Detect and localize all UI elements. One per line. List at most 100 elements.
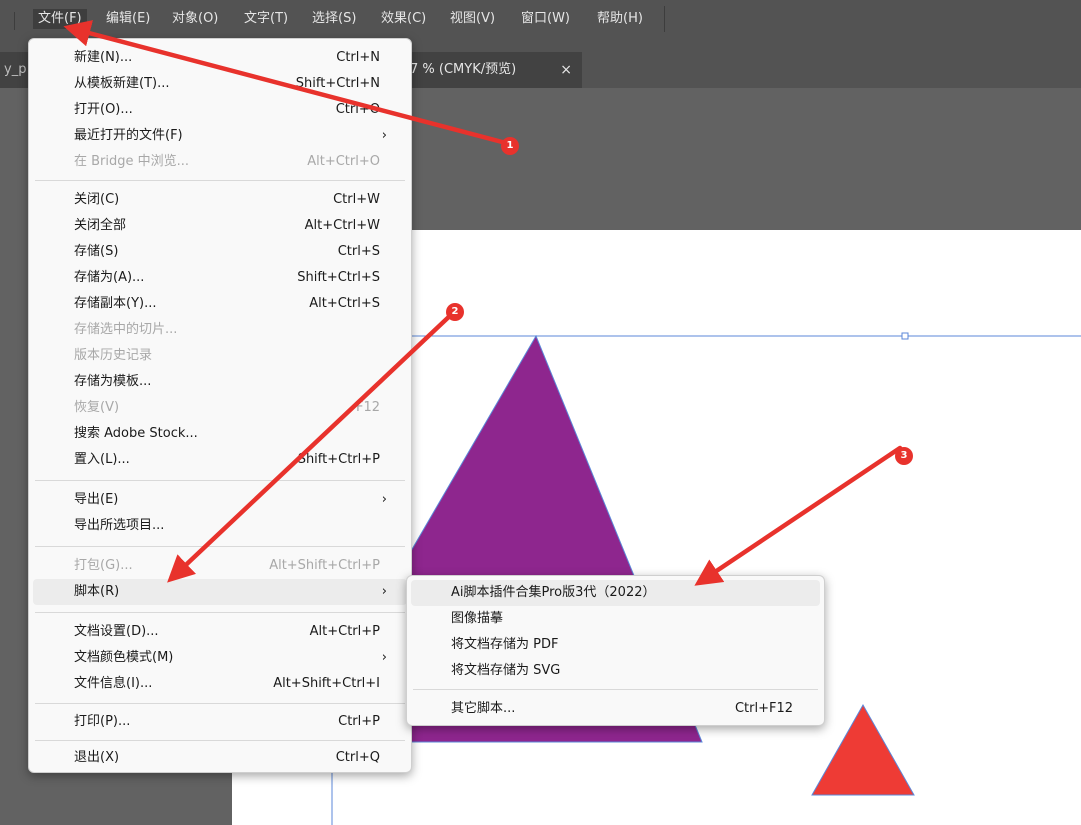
menu-file[interactable]: 文件(F) <box>33 9 87 29</box>
menu-item-place[interactable]: 置入(L)... Shift+Ctrl+P <box>33 447 407 473</box>
menu-item-browse-in-bridge[interactable]: 在 Bridge 中浏览... Alt+Ctrl+O <box>33 149 407 175</box>
menu-effect[interactable]: 效果(C) <box>376 9 431 29</box>
menu-item-document-color-mode[interactable]: 文档颜色模式(M) › <box>33 645 407 671</box>
menu-item-export-selection[interactable]: 导出所选项目... <box>33 513 407 539</box>
menu-item-label: 关闭全部 <box>74 218 127 233</box>
menu-item-shortcut: Alt+Ctrl+S <box>309 296 380 311</box>
menu-item-open-recent[interactable]: 最近打开的文件(F) › <box>33 123 407 149</box>
submenu-item-ai-script-plugin-pack[interactable]: Ai脚本插件合集Pro版3代（2022） <box>411 580 820 606</box>
step-badge-3: 3 <box>895 447 913 465</box>
menu-item-shortcut: Shift+Ctrl+N <box>295 76 380 91</box>
menu-item-label: 从模板新建(T)... <box>74 76 170 91</box>
step-badge-1: 1 <box>501 137 519 155</box>
menu-item-label: 将文档存储为 SVG <box>451 663 561 678</box>
menubar-end-separator <box>664 6 665 32</box>
menu-item-label: 图像描摹 <box>451 611 504 626</box>
menu-item-save-as-template[interactable]: 存储为模板... <box>33 369 407 395</box>
close-icon[interactable]: × <box>560 52 572 88</box>
menu-item-label: 退出(X) <box>74 750 120 765</box>
menu-item-package[interactable]: 打包(G)... Alt+Shift+Ctrl+P <box>33 553 407 579</box>
menu-item-label: 存储为模板... <box>74 374 152 389</box>
menu-bar: 文件(F) 编辑(E) 对象(O) 文字(T) 选择(S) 效果(C) 视图(V… <box>0 0 1081 38</box>
menu-item-close[interactable]: 关闭(C) Ctrl+W <box>33 187 407 213</box>
menu-item-open[interactable]: 打开(O)... Ctrl+O <box>33 97 407 123</box>
menu-item-new[interactable]: 新建(N)... Ctrl+N <box>33 45 407 71</box>
menu-item-search-adobe-stock[interactable]: 搜索 Adobe Stock... <box>33 421 407 447</box>
menu-item-shortcut: Ctrl+W <box>333 192 380 207</box>
menu-view[interactable]: 视图(V) <box>445 9 500 29</box>
menu-item-label: 存储副本(Y)... <box>74 296 157 311</box>
menu-item-label: 关闭(C) <box>74 192 120 207</box>
submenu-item-save-as-svg[interactable]: 将文档存储为 SVG <box>411 658 820 684</box>
menu-separator <box>35 480 405 481</box>
menu-edit[interactable]: 编辑(E) <box>101 9 155 29</box>
menu-item-scripts[interactable]: 脚本(R) › <box>33 579 407 605</box>
submenu-item-save-as-pdf[interactable]: 将文档存储为 PDF <box>411 632 820 658</box>
menu-item-save-as[interactable]: 存储为(A)... Shift+Ctrl+S <box>33 265 407 291</box>
menu-item-shortcut: Alt+Ctrl+P <box>309 624 380 639</box>
menu-separator <box>413 689 818 690</box>
menu-item-label: 在 Bridge 中浏览... <box>74 154 190 169</box>
menu-item-shortcut: Alt+Ctrl+O <box>307 154 380 169</box>
menu-help[interactable]: 帮助(H) <box>592 9 648 29</box>
menu-separator <box>35 546 405 547</box>
menu-item-close-all[interactable]: 关闭全部 Alt+Ctrl+W <box>33 213 407 239</box>
menu-item-shortcut: Ctrl+S <box>337 244 380 259</box>
menu-item-label: 文件信息(I)... <box>74 676 153 691</box>
menu-item-label: 恢复(V) <box>74 400 120 415</box>
menu-item-shortcut: Alt+Shift+Ctrl+I <box>273 676 380 691</box>
menu-item-label: 新建(N)... <box>74 50 133 65</box>
document-tab-active[interactable]: 7 % (CMYK/预览) × <box>398 52 582 88</box>
menu-item-label: 文档颜色模式(M) <box>74 650 174 665</box>
submenu-item-image-trace[interactable]: 图像描摹 <box>411 606 820 632</box>
menu-item-save-selected-slices[interactable]: 存储选中的切片... <box>33 317 407 343</box>
menu-item-version-history[interactable]: 版本历史记录 <box>33 343 407 369</box>
menu-item-document-setup[interactable]: 文档设置(D)... Alt+Ctrl+P <box>33 619 407 645</box>
menu-item-label: 存储(S) <box>74 244 119 259</box>
menu-item-label: 打包(G)... <box>74 558 133 573</box>
menu-separator <box>35 703 405 704</box>
menu-item-label: 打开(O)... <box>74 102 133 117</box>
chevron-right-icon: › <box>381 492 387 507</box>
menu-item-shortcut: Shift+Ctrl+S <box>297 270 380 285</box>
menu-item-export[interactable]: 导出(E) › <box>33 487 407 513</box>
menu-item-shortcut: Ctrl+O <box>335 102 380 117</box>
menu-separator <box>35 740 405 741</box>
submenu-item-other-scripts[interactable]: 其它脚本... Ctrl+F12 <box>411 696 820 722</box>
step-badge-2: 2 <box>446 303 464 321</box>
menu-item-shortcut: Ctrl+P <box>338 714 380 729</box>
menu-item-shortcut: Alt+Ctrl+W <box>304 218 380 233</box>
menu-item-exit[interactable]: 退出(X) Ctrl+Q <box>33 745 407 771</box>
menu-item-label: 打印(P)... <box>74 714 131 729</box>
file-menu-dropdown: 新建(N)... Ctrl+N 从模板新建(T)... Shift+Ctrl+N 打… <box>28 38 412 773</box>
menu-item-new-from-template[interactable]: 从模板新建(T)... Shift+Ctrl+N <box>33 71 407 97</box>
menubar-separator <box>14 12 15 30</box>
menu-item-shortcut: Ctrl+Q <box>335 750 380 765</box>
menu-object[interactable]: 对象(O) <box>167 9 223 29</box>
menu-item-file-info[interactable]: 文件信息(I)... Alt+Shift+Ctrl+I <box>33 671 407 697</box>
menu-item-label: 导出所选项目... <box>74 518 165 533</box>
menu-item-label: 存储为(A)... <box>74 270 145 285</box>
menu-item-label: 版本历史记录 <box>74 348 153 363</box>
menu-item-label: 导出(E) <box>74 492 119 507</box>
menu-item-label: 存储选中的切片... <box>74 322 178 337</box>
menu-item-shortcut: Alt+Shift+Ctrl+P <box>269 558 380 573</box>
menu-separator <box>35 180 405 181</box>
chevron-right-icon: › <box>381 584 387 599</box>
menu-item-save[interactable]: 存储(S) Ctrl+S <box>33 239 407 265</box>
menu-item-shortcut: Ctrl+F12 <box>734 701 793 716</box>
menu-item-label: 其它脚本... <box>451 701 516 716</box>
menu-item-save-copy[interactable]: 存储副本(Y)... Alt+Ctrl+S <box>33 291 407 317</box>
menu-item-shortcut: Shift+Ctrl+P <box>297 452 380 467</box>
menu-item-label: Ai脚本插件合集Pro版3代（2022） <box>451 585 656 600</box>
menu-item-print[interactable]: 打印(P)... Ctrl+P <box>33 709 407 735</box>
menu-item-shortcut: Ctrl+N <box>336 50 380 65</box>
chevron-right-icon: › <box>381 128 387 143</box>
menu-window[interactable]: 窗口(W) <box>516 9 575 29</box>
menu-select[interactable]: 选择(S) <box>307 9 361 29</box>
document-tab-label: 7 % (CMYK/预览) <box>410 62 517 77</box>
menu-type[interactable]: 文字(T) <box>239 9 293 29</box>
scripts-submenu: Ai脚本插件合集Pro版3代（2022） 图像描摹 将文档存储为 PDF 将文档… <box>406 575 825 726</box>
menu-item-revert[interactable]: 恢复(V) F12 <box>33 395 407 421</box>
menu-separator <box>35 612 405 613</box>
